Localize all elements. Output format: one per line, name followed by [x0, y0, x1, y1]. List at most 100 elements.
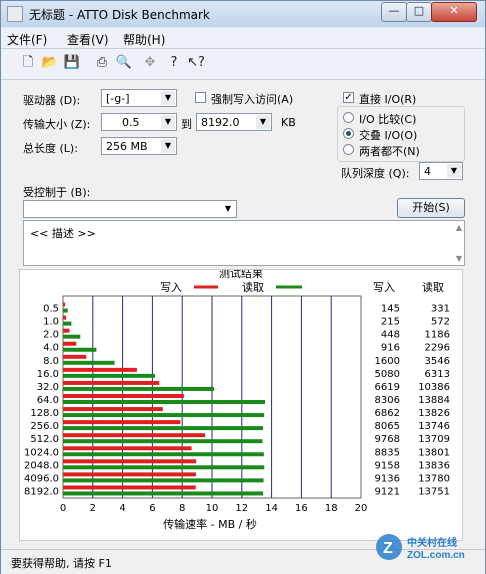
read-bar — [63, 452, 264, 457]
move-icon[interactable]: ✥ — [141, 54, 159, 72]
write-value: 9768 — [375, 434, 400, 445]
menu-help[interactable]: 帮助(H) — [123, 31, 165, 48]
read-value: 572 — [431, 317, 450, 328]
overlapped-io-radio[interactable] — [343, 128, 354, 139]
svg-text:中关村在线: 中关村在线 — [407, 536, 457, 549]
write-value: 8835 — [375, 447, 400, 458]
read-bar — [63, 360, 115, 365]
x-tick-label: 16 — [295, 503, 308, 514]
description-box[interactable]: << 描述 >> ▲ ▼ — [23, 220, 465, 266]
io-compare-radio[interactable] — [343, 112, 354, 123]
x-tick-label: 12 — [235, 503, 248, 514]
write-bar — [63, 354, 87, 359]
scroll-down-icon[interactable]: ▼ — [456, 254, 462, 263]
write-bar — [63, 394, 184, 398]
minimize-button[interactable]: — — [381, 2, 407, 22]
title-bar[interactable]: 无标题 - ATTO Disk Benchmark — □ ✕ — [1, 1, 485, 27]
total-length-value: 256 MB — [106, 140, 148, 153]
total-length-select[interactable]: 256 MB ▼ — [101, 137, 177, 155]
legend-write-label: 写入 — [160, 281, 182, 294]
write-value: 448 — [381, 330, 400, 341]
read-bar — [63, 386, 215, 391]
write-bar — [63, 380, 160, 385]
write-bar — [63, 328, 70, 333]
write-bar — [63, 446, 192, 451]
maximize-button[interactable]: □ — [406, 2, 432, 22]
write-bar — [63, 367, 137, 372]
write-bar — [63, 341, 77, 346]
help-icon[interactable]: ? — [165, 54, 183, 72]
transfer-to-select[interactable]: 8192.0 ▼ — [196, 113, 272, 131]
neither-radio[interactable] — [343, 144, 354, 155]
watermark-logo-graphic: Z 中关村在线 ZOL.com.cn — [376, 534, 465, 561]
print-icon[interactable]: ⎙ — [93, 54, 111, 72]
write-value: 145 — [381, 304, 400, 315]
write-value: 6619 — [375, 382, 400, 393]
table-header-read: 读取 — [422, 280, 444, 294]
direct-io-checkbox[interactable]: ✓ — [343, 92, 354, 103]
direct-io-label: 直接 I/O(R) — [359, 93, 417, 106]
app-icon — [7, 6, 23, 22]
menu-file[interactable]: 文件(F) — [7, 31, 47, 48]
watermark-logo: Z 中关村在线 ZOL.com.cn — [373, 531, 483, 563]
print-preview-icon[interactable]: 🔍 — [115, 54, 133, 72]
write-bar — [63, 472, 196, 477]
scroll-up-icon[interactable]: ▲ — [456, 223, 462, 232]
close-button[interactable]: ✕ — [431, 2, 477, 22]
transfer-from-value: 0.5 — [122, 116, 140, 129]
controlled-by-select[interactable]: ▼ — [23, 200, 237, 218]
read-value: 10386 — [418, 382, 450, 393]
x-tick-label: 10 — [206, 503, 219, 514]
read-bar — [63, 400, 266, 404]
chart-svg: 测试结果写入 读取0 2 4 6 8 10 12 14 16 18 20传输速率 - MB / 秒写入… — [24, 267, 450, 531]
read-bar — [63, 373, 155, 378]
new-icon[interactable]: 🗋 — [19, 54, 37, 72]
y-tick-label: 1.0 — [43, 317, 59, 328]
read-bar — [63, 478, 264, 483]
y-tick-label: 2048.0 — [24, 460, 59, 471]
read-value: 13780 — [418, 473, 450, 484]
drive-select[interactable]: [-g-] ▼ — [101, 89, 177, 107]
description-text: << 描述 >> — [30, 227, 96, 240]
open-icon[interactable]: 📂 — [41, 54, 59, 72]
read-value: 13746 — [418, 421, 450, 432]
queue-depth-label: 队列深度 (Q): — [341, 167, 410, 180]
x-tick-label: 20 — [355, 503, 368, 514]
read-value: 13801 — [418, 447, 450, 458]
y-tick-label: 0.5 — [43, 304, 59, 315]
to-label: 到 — [181, 118, 192, 131]
write-bar — [63, 315, 67, 320]
controlled-by-label: 受控制于 (B): — [23, 186, 91, 199]
results-chart: 测试结果 写入 读取 0 2 4 6 8 10 12 14 16 18 20 传输速率 - MB / 秒写入… — [19, 267, 463, 541]
app-window: 无标题 - ATTO Disk Benchmark — □ ✕ 文件(F) 查看… — [0, 0, 486, 574]
transfer-from-select[interactable]: 0.5 ▼ — [101, 113, 177, 131]
menu-view[interactable]: 查看(V) — [67, 31, 109, 48]
total-length-label: 总长度 (L): — [23, 142, 78, 155]
transfer-size-label: 传输大小 (Z): — [23, 118, 91, 131]
start-button[interactable]: 开始(S) — [397, 198, 465, 218]
y-tick-label: 1024.0 — [24, 447, 59, 458]
save-icon[interactable]: 💾 — [63, 54, 81, 72]
y-tick-label: 8192.0 — [24, 486, 59, 497]
y-tick-label: 512.0 — [30, 434, 59, 445]
force-write-checkbox[interactable] — [195, 92, 206, 103]
chevron-down-icon: ▼ — [256, 115, 270, 129]
write-value: 8306 — [375, 395, 400, 406]
x-tick-label: 18 — [325, 503, 338, 514]
context-help-icon[interactable]: ↖? — [187, 54, 205, 72]
chevron-down-icon: ▼ — [161, 115, 175, 129]
write-value: 8065 — [375, 421, 400, 432]
chevron-down-icon: ▼ — [221, 202, 235, 216]
drive-value: [-g-] — [106, 92, 130, 105]
write-value: 215 — [381, 317, 400, 328]
y-tick-label: 16.0 — [37, 369, 59, 380]
y-tick-label: 64.0 — [37, 395, 59, 406]
queue-depth-select[interactable]: 4 ▼ — [419, 162, 463, 180]
legend-read-label: 读取 — [242, 280, 264, 294]
write-value: 5080 — [375, 369, 400, 380]
write-value: 916 — [381, 343, 400, 354]
overlapped-io-label: 交叠 I/O(O) — [359, 129, 418, 142]
write-bar — [63, 302, 66, 307]
read-value: 3546 — [425, 356, 450, 367]
read-bar — [63, 334, 81, 339]
